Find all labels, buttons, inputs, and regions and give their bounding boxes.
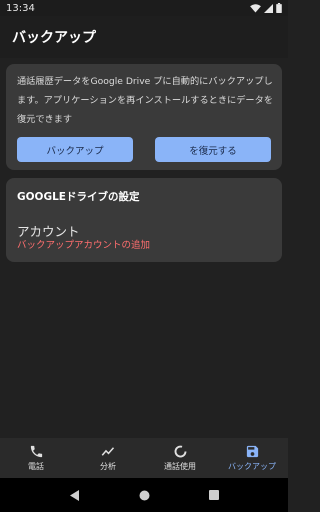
app-bar: バックアップ [0, 16, 288, 58]
backup-description: 通話履歴データをGoogle Drive プに自動的にバックアップします。アプリ… [17, 76, 273, 125]
nav-label-phone: 電話 [28, 462, 44, 471]
system-nav-bar [0, 478, 288, 512]
battery-icon [276, 3, 282, 13]
status-time: 13:34 [6, 2, 35, 14]
nav-item-phone[interactable]: 電話 [0, 438, 72, 478]
save-icon [246, 445, 258, 458]
nav-label-analytics: 分析 [100, 462, 116, 471]
page-title: バックアップ [12, 30, 96, 46]
nav-item-analytics[interactable]: 分析 [72, 438, 144, 478]
restore-button[interactable]: を復元する [155, 137, 271, 162]
home-icon[interactable] [139, 490, 150, 501]
phone-icon [30, 445, 42, 458]
status-icons [250, 3, 282, 13]
drive-settings-card: GOOGLEドライブの設定 アカウント バックアップアカウントの追加 [6, 178, 282, 262]
backup-button[interactable]: バックアップ [17, 137, 133, 162]
backup-card: 通話履歴データをGoogle Drive プに自動的にバックアップします。アプリ… [6, 64, 282, 170]
nav-label-backup: バックアップ [228, 462, 276, 471]
signal-icon [264, 3, 273, 13]
nav-item-backup[interactable]: バックアップ [216, 438, 288, 478]
wifi-icon [250, 3, 261, 13]
trend-icon [101, 447, 114, 456]
back-icon[interactable] [69, 489, 80, 501]
status-bar: 13:34 [0, 0, 288, 16]
nav-label-usage: 通話使用 [164, 462, 196, 471]
drive-settings-title: GOOGLEドライブの設定 [17, 191, 140, 203]
add-backup-account-link[interactable]: バックアップアカウントの追加 [17, 237, 150, 251]
nav-item-usage[interactable]: 通話使用 [144, 438, 216, 478]
recents-icon[interactable] [208, 490, 219, 500]
usage-icon [174, 445, 186, 458]
bottom-nav: 電話 分析 通話使用 バックアップ [0, 438, 288, 478]
